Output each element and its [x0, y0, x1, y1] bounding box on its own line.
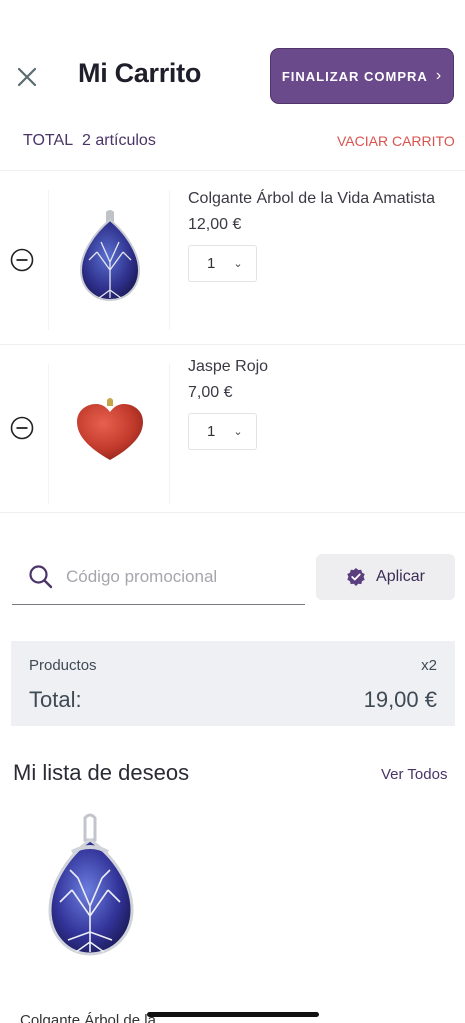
cart-item: Colgante Árbol de la Vida Amatista 12,00… — [0, 176, 465, 344]
product-price: 12,00 € — [188, 216, 242, 233]
amethyst-pendant-image — [79, 210, 141, 302]
promo-code-field — [12, 552, 305, 605]
item-count: 2 artículos — [82, 132, 156, 149]
promo-code-input[interactable] — [66, 562, 296, 592]
product-price: 7,00 € — [188, 384, 233, 401]
divider — [0, 170, 465, 171]
see-all-link[interactable]: Ver Todos — [381, 766, 447, 783]
chevron-down-icon: ⌄ — [233, 426, 243, 438]
page-title: Mi Carrito — [78, 58, 202, 88]
red-jasper-heart-image — [77, 398, 143, 460]
empty-cart-link[interactable]: VACIAR CARRITO — [337, 133, 455, 149]
verified-badge-icon — [347, 568, 365, 586]
apply-promo-button[interactable]: Aplicar — [316, 554, 455, 600]
close-button[interactable] — [12, 62, 42, 92]
total-label: TOTAL — [23, 132, 74, 149]
quantity-value: 1 — [207, 423, 216, 440]
products-label: Productos — [29, 657, 97, 674]
home-indicator[interactable] — [147, 1012, 319, 1017]
search-icon — [29, 565, 53, 589]
remove-item-button[interactable] — [10, 416, 34, 440]
chevron-down-icon: ⌄ — [233, 258, 243, 270]
products-count: x2 — [421, 657, 437, 674]
remove-item-button[interactable] — [10, 248, 34, 272]
wishlist-title: Mi lista de deseos — [13, 760, 190, 785]
checkout-button-label: FINALIZAR COMPRA — [281, 68, 428, 84]
order-summary: Productos x2 Total: 19,00 € — [11, 641, 455, 726]
quantity-select[interactable]: 1 ⌄ — [188, 413, 257, 450]
total-value: 19,00 € — [363, 687, 437, 712]
minus-circle-icon — [10, 248, 34, 272]
apply-promo-label: Aplicar — [376, 568, 425, 585]
wishlist-product-image[interactable] — [22, 812, 162, 982]
cart-item: Jaspe Rojo 7,00 € 1 ⌄ — [0, 344, 465, 512]
close-icon — [17, 67, 37, 87]
total-label: Total: — [29, 687, 82, 712]
wishlist-product-name[interactable]: Colgante Árbol de la — [20, 1012, 156, 1023]
minus-circle-icon — [10, 416, 34, 440]
amethyst-pendant-image — [48, 813, 134, 956]
quantity-value: 1 — [207, 255, 216, 272]
product-name[interactable]: Colgante Árbol de la Vida Amatista — [188, 190, 435, 208]
product-image[interactable] — [48, 190, 170, 330]
checkout-button[interactable]: FINALIZAR COMPRA › — [270, 48, 454, 104]
divider — [0, 512, 465, 513]
quantity-select[interactable]: 1 ⌄ — [188, 245, 257, 282]
product-image[interactable] — [48, 364, 170, 504]
chevron-right-icon: › — [435, 67, 443, 84]
product-name[interactable]: Jaspe Rojo — [188, 358, 268, 376]
